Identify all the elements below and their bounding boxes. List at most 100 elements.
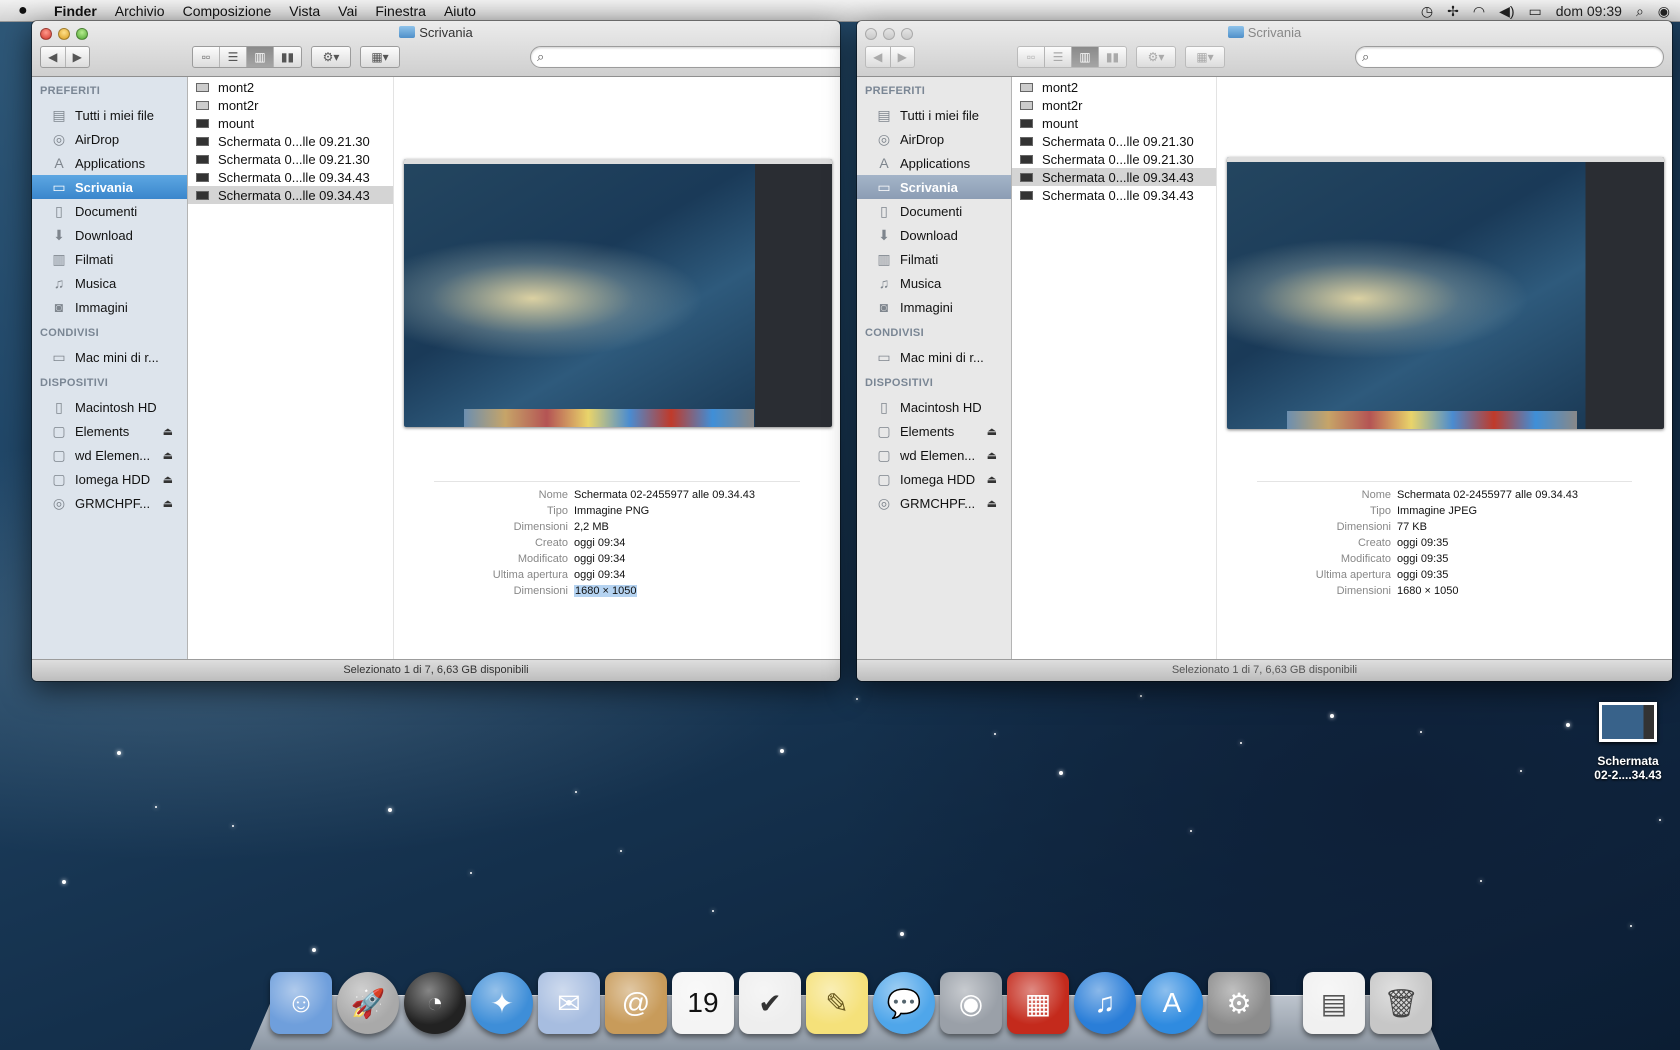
file-item[interactable]: Schermata 0...lle 09.34.43 — [1012, 186, 1216, 204]
sidebar-item-tutti-i-miei-file[interactable]: ▤ Tutti i miei file — [32, 103, 187, 127]
bluetooth-icon[interactable]: ✢ — [1447, 3, 1459, 20]
sidebar-item-macintosh-hd[interactable]: ▯ Macintosh HD — [32, 395, 187, 419]
arrange-menu-button[interactable]: ▦▾ — [1185, 46, 1225, 68]
sidebar-item-iomega-hdd[interactable]: ▢ Iomega HDD ⏏ — [857, 467, 1011, 491]
menu-composizione[interactable]: Composizione — [183, 3, 272, 19]
search-field[interactable]: ⌕ — [530, 46, 840, 68]
spotlight-icon[interactable]: ⌕ — [1636, 3, 1644, 20]
volume-icon[interactable]: ◀) — [1499, 3, 1514, 20]
eject-icon[interactable]: ⏏ — [987, 449, 997, 462]
action-menu-button[interactable]: ⚙▾ — [311, 46, 351, 68]
safari-icon[interactable]: ✦ — [471, 972, 533, 1034]
column-view-button[interactable]: ▥ — [1072, 47, 1099, 67]
file-item[interactable]: Schermata 0...lle 09.21.30 — [188, 132, 393, 150]
itunes-icon[interactable]: ♫ — [1074, 972, 1136, 1034]
file-item[interactable]: mont2 — [188, 78, 393, 96]
sidebar-item-download[interactable]: ⬇ Download — [32, 223, 187, 247]
menu-vista[interactable]: Vista — [289, 3, 320, 19]
sidebar-item-immagini[interactable]: ◙ Immagini — [857, 295, 1011, 319]
calendar-icon[interactable]: 19 — [672, 972, 734, 1034]
icon-view-button[interactable]: ▫▫ — [193, 47, 220, 67]
system-preferences-icon[interactable]: ⚙ — [1208, 972, 1270, 1034]
menu-finestra[interactable]: Finestra — [375, 3, 426, 19]
file-item[interactable]: mount — [1012, 114, 1216, 132]
battery-icon[interactable]: ▭ — [1529, 3, 1542, 20]
back-button[interactable]: ◀ — [41, 47, 66, 67]
clock[interactable]: dom 09:39 — [1556, 3, 1622, 19]
notes-icon[interactable]: ✎ — [806, 972, 868, 1034]
file-item[interactable]: Schermata 0...lle 09.34.43 — [188, 186, 393, 204]
arrange-menu-button[interactable]: ▦▾ — [360, 46, 400, 68]
sidebar-item-filmati[interactable]: ▥ Filmati — [857, 247, 1011, 271]
menu-finder[interactable]: Finder — [54, 3, 97, 19]
sidebar-item-grmchpf[interactable]: ◎ GRMCHPF... ⏏ — [857, 491, 1011, 515]
forward-button[interactable]: ▶ — [891, 47, 915, 67]
file-item[interactable]: mont2 — [1012, 78, 1216, 96]
app-store-icon[interactable]: A — [1141, 972, 1203, 1034]
file-item[interactable]: mount — [188, 114, 393, 132]
sidebar-item-airdrop[interactable]: ◎ AirDrop — [32, 127, 187, 151]
eject-icon[interactable]: ⏏ — [987, 497, 997, 510]
file-item[interactable]: Schermata 0...lle 09.21.30 — [1012, 150, 1216, 168]
sidebar-item-mac-mini-di-r[interactable]: ▭ Mac mini di r... — [857, 345, 1011, 369]
forward-button[interactable]: ▶ — [66, 47, 90, 67]
sidebar-item-wd-elemen[interactable]: ▢ wd Elemen... ⏏ — [857, 443, 1011, 467]
sidebar-item-grmchpf[interactable]: ◎ GRMCHPF... ⏏ — [32, 491, 187, 515]
sidebar-item-airdrop[interactable]: ◎ AirDrop — [857, 127, 1011, 151]
sidebar-item-iomega-hdd[interactable]: ▢ Iomega HDD ⏏ — [32, 467, 187, 491]
facetime-icon[interactable]: ◉ — [940, 972, 1002, 1034]
file-item[interactable]: Schermata 0...lle 09.34.43 — [188, 168, 393, 186]
time-machine-icon[interactable]: ◷ — [1421, 3, 1433, 20]
desktop-file-icon[interactable]: Schermata 02-2....34.43 — [1583, 702, 1673, 782]
wifi-icon[interactable]: ◠ — [1473, 3, 1485, 20]
file-item[interactable]: Schermata 0...lle 09.34.43 — [1012, 168, 1216, 186]
file-item[interactable]: mont2r — [188, 96, 393, 114]
launchpad-icon[interactable]: 🚀 — [337, 972, 399, 1034]
menu-aiuto[interactable]: Aiuto — [444, 3, 476, 19]
column-view-button[interactable]: ▥ — [247, 47, 274, 67]
sidebar-item-scrivania[interactable]: ▭ Scrivania — [857, 175, 1011, 199]
sidebar-item-applications[interactable]: A Applications — [857, 151, 1011, 175]
search-field[interactable]: ⌕ — [1355, 46, 1664, 68]
sidebar-item-immagini[interactable]: ◙ Immagini — [32, 295, 187, 319]
sidebar-item-wd-elemen[interactable]: ▢ wd Elemen... ⏏ — [32, 443, 187, 467]
action-menu-button[interactable]: ⚙▾ — [1136, 46, 1176, 68]
photo-booth-icon[interactable]: ▦ — [1007, 972, 1069, 1034]
sidebar-item-musica[interactable]: ♫ Musica — [857, 271, 1011, 295]
icon-view-button[interactable]: ▫▫ — [1018, 47, 1045, 67]
notification-center-icon[interactable]: ◉ — [1658, 3, 1670, 20]
file-item[interactable]: Schermata 0...lle 09.21.30 — [188, 150, 393, 168]
contacts-icon[interactable]: @ — [605, 972, 667, 1034]
eject-icon[interactable]: ⏏ — [163, 497, 173, 510]
sidebar-item-musica[interactable]: ♫ Musica — [32, 271, 187, 295]
coverflow-view-button[interactable]: ▮▮ — [274, 47, 301, 67]
finder-icon[interactable]: ☺ — [270, 972, 332, 1034]
file-item[interactable]: mont2r — [1012, 96, 1216, 114]
sidebar-item-elements[interactable]: ▢ Elements ⏏ — [32, 419, 187, 443]
list-view-button[interactable]: ☰ — [1045, 47, 1072, 67]
sidebar-item-applications[interactable]: A Applications — [32, 151, 187, 175]
back-button[interactable]: ◀ — [866, 47, 891, 67]
sidebar-item-filmati[interactable]: ▥ Filmati — [32, 247, 187, 271]
menu-vai[interactable]: Vai — [338, 3, 357, 19]
eject-icon[interactable]: ⏏ — [987, 473, 997, 486]
eject-icon[interactable]: ⏏ — [163, 473, 173, 486]
sidebar-item-tutti-i-miei-file[interactable]: ▤ Tutti i miei file — [857, 103, 1011, 127]
document-icon[interactable]: ▤ — [1303, 972, 1365, 1034]
trash-icon[interactable]: 🗑 — [1370, 972, 1432, 1034]
eject-icon[interactable]: ⏏ — [163, 449, 173, 462]
dashboard-icon[interactable]: ◔ — [404, 972, 466, 1034]
sidebar-item-macintosh-hd[interactable]: ▯ Macintosh HD — [857, 395, 1011, 419]
apple-menu-icon[interactable]: ● — [18, 2, 40, 20]
coverflow-view-button[interactable]: ▮▮ — [1099, 47, 1126, 67]
sidebar-item-download[interactable]: ⬇ Download — [857, 223, 1011, 247]
sidebar-item-documenti[interactable]: ▯ Documenti — [32, 199, 187, 223]
eject-icon[interactable]: ⏏ — [163, 425, 173, 438]
file-item[interactable]: Schermata 0...lle 09.21.30 — [1012, 132, 1216, 150]
list-view-button[interactable]: ☰ — [220, 47, 247, 67]
mail-icon[interactable]: ✉ — [538, 972, 600, 1034]
eject-icon[interactable]: ⏏ — [987, 425, 997, 438]
sidebar-item-elements[interactable]: ▢ Elements ⏏ — [857, 419, 1011, 443]
messages-icon[interactable]: 💬 — [873, 972, 935, 1034]
sidebar-item-mac-mini-di-r[interactable]: ▭ Mac mini di r... — [32, 345, 187, 369]
